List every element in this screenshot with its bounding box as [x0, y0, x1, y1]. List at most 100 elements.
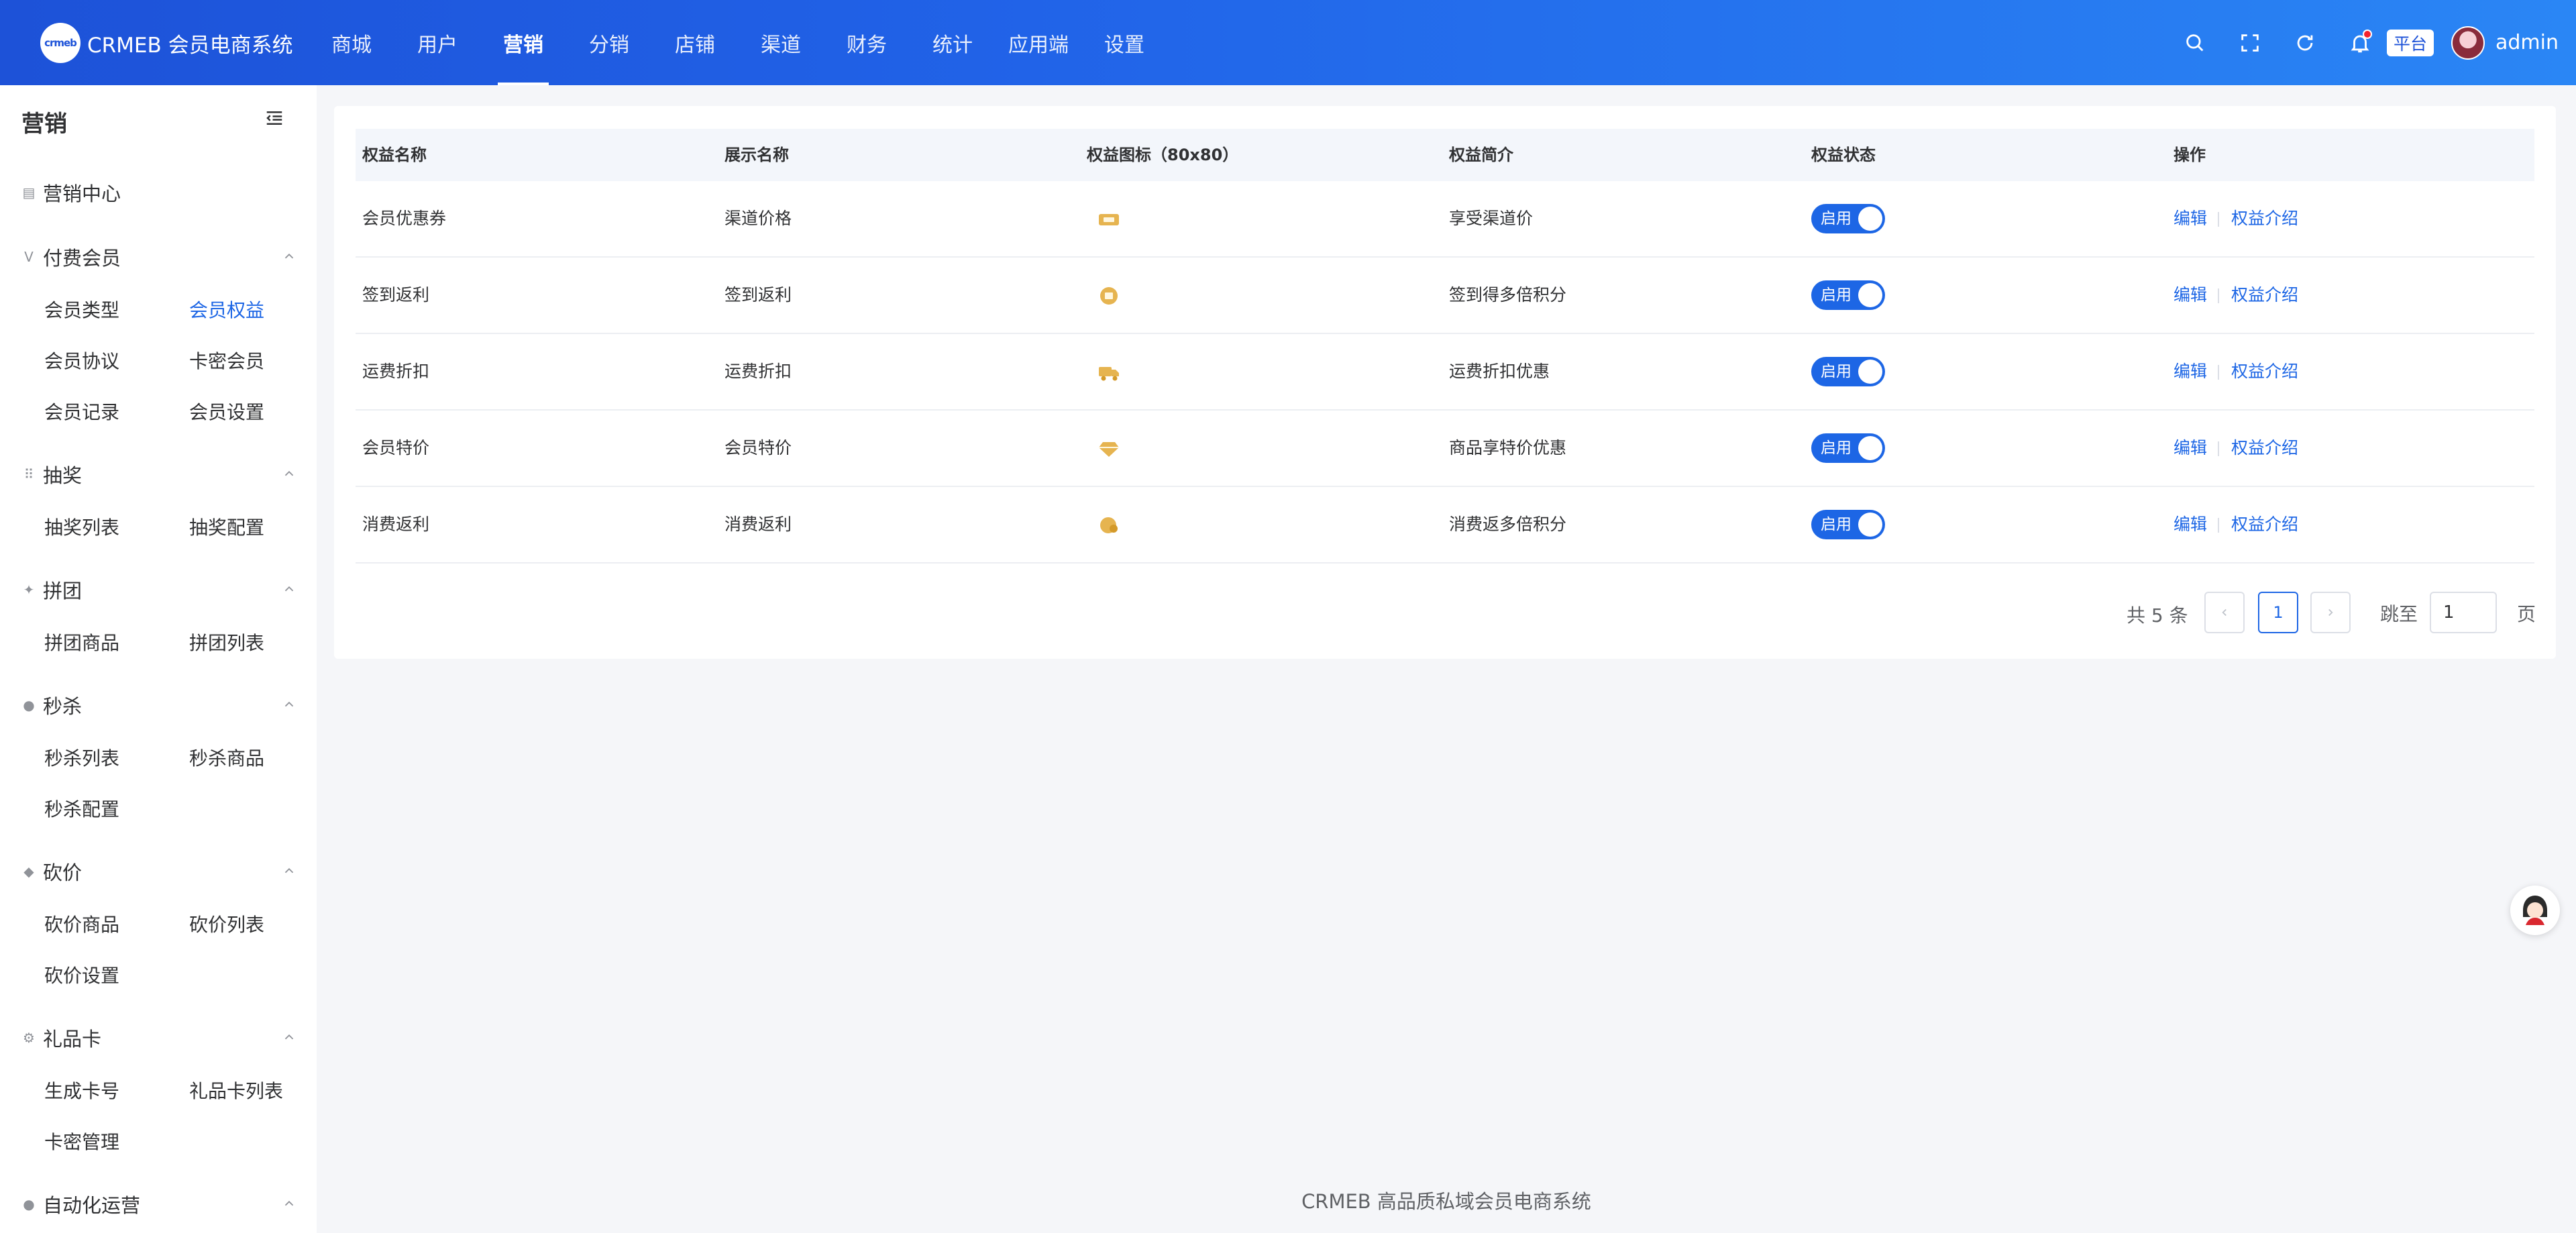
- sidebar-item-member-agreement[interactable]: 会员协议: [44, 347, 119, 374]
- sidebar-item-generate-card[interactable]: 生成卡号: [44, 1077, 119, 1104]
- prev-page-button[interactable]: [2204, 592, 2245, 633]
- switch-knob: [1858, 360, 1882, 384]
- sidebar-item-member-type[interactable]: 会员类型: [44, 296, 119, 323]
- sidebar-item-lottery-config[interactable]: 抽奖配置: [189, 513, 264, 540]
- switch-knob: [1858, 283, 1882, 307]
- divider: [2218, 212, 2219, 227]
- search-icon[interactable]: [2182, 30, 2208, 56]
- sidebar-item-bargain-products[interactable]: 砍价商品: [44, 910, 119, 937]
- menu-collapse-icon[interactable]: [264, 108, 284, 128]
- page-number-button[interactable]: 1: [2258, 592, 2298, 633]
- sidebar-group-seckill[interactable]: ● 秒杀: [21, 692, 297, 718]
- sidebar-item-seckill-config[interactable]: 秒杀配置: [44, 795, 119, 822]
- switch-knob: [1858, 436, 1882, 460]
- benefit-display-name: 渠道价格: [724, 209, 792, 228]
- sidebar-item-gift-card-list[interactable]: 礼品卡列表: [189, 1077, 283, 1104]
- coupon-icon: [1099, 214, 1119, 225]
- sidebar-group-lottery[interactable]: ⠿ 抽奖: [21, 461, 297, 488]
- sidebar-item-bargain-list[interactable]: 砍价列表: [189, 910, 264, 937]
- chevron-up-icon: [284, 1200, 294, 1206]
- fullscreen-icon[interactable]: [2237, 30, 2263, 56]
- avatar[interactable]: [2451, 25, 2485, 60]
- sidebar-title: 营销: [21, 111, 67, 138]
- gear-icon: ⚙: [23, 1030, 35, 1046]
- divider: [2218, 288, 2219, 303]
- benefit-intro-link[interactable]: 权益介绍: [2231, 181, 2298, 256]
- sidebar-item-member-records[interactable]: 会员记录: [44, 398, 119, 425]
- sidebar-item-member-settings[interactable]: 会员设置: [189, 398, 264, 425]
- top-nav: 商城 用户 营销 分销 店铺 渠道 财务 统计 应用端 设置: [309, 0, 1167, 85]
- benefit-intro-link[interactable]: 权益介绍: [2231, 258, 2298, 333]
- sidebar-item-seckill-list[interactable]: 秒杀列表: [44, 744, 119, 771]
- sidebar-group-paid-member[interactable]: V 付费会员: [21, 244, 297, 270]
- edit-link[interactable]: 编辑: [2174, 411, 2207, 486]
- clock-icon: ●: [23, 697, 35, 713]
- nav-store[interactable]: 店铺: [652, 0, 738, 85]
- benefit-name: 签到返利: [362, 285, 430, 305]
- next-page-button[interactable]: [2310, 592, 2351, 633]
- benefit-intro: 签到得多倍积分: [1449, 285, 1567, 305]
- sidebar-item-card-key-manage[interactable]: 卡密管理: [44, 1128, 119, 1155]
- edit-link[interactable]: 编辑: [2174, 487, 2207, 562]
- status-switch[interactable]: 启用: [1811, 280, 1885, 310]
- table-row: 运费折扣 运费折扣 运费折扣优惠 启用 编辑 权益介绍: [356, 334, 2534, 411]
- status-switch[interactable]: 启用: [1811, 204, 1885, 233]
- sidebar-group-automation[interactable]: ● 自动化运营: [21, 1191, 297, 1218]
- status-switch[interactable]: 启用: [1811, 357, 1885, 386]
- sidebar-item-group-products[interactable]: 拼团商品: [44, 629, 119, 655]
- chevron-right-icon: [2328, 608, 2333, 616]
- status-switch[interactable]: 启用: [1811, 510, 1885, 539]
- platform-tag[interactable]: 平台: [2386, 29, 2434, 56]
- chevron-up-icon: [284, 586, 294, 592]
- edit-link[interactable]: 编辑: [2174, 258, 2207, 333]
- benefit-intro-link[interactable]: 权益介绍: [2231, 411, 2298, 486]
- table-row: 会员特价 会员特价 商品享特价优惠 启用 编辑 权益介绍: [356, 411, 2534, 487]
- benefit-name: 会员特价: [362, 438, 430, 458]
- chevron-up-icon: [284, 1034, 294, 1040]
- vip-icon: V: [24, 249, 34, 265]
- sidebar-item-lottery-list[interactable]: 抽奖列表: [44, 513, 119, 540]
- pagination-total: 共 5 条: [2127, 604, 2188, 627]
- benefit-intro-link[interactable]: 权益介绍: [2231, 487, 2298, 562]
- sidebar-item-member-benefits[interactable]: 会员权益: [189, 296, 264, 323]
- sidebar-item-card-member[interactable]: 卡密会员: [189, 347, 264, 374]
- status-switch[interactable]: 启用: [1811, 433, 1885, 463]
- edit-link[interactable]: 编辑: [2174, 181, 2207, 256]
- refresh-icon[interactable]: [2292, 30, 2318, 56]
- sidebar-item-bargain-settings[interactable]: 砍价设置: [44, 961, 119, 988]
- brand-name: CRMEB 会员电商系统: [87, 33, 293, 58]
- column-header-icon: 权益图标（80x80）: [1087, 146, 1239, 164]
- benefit-intro-link[interactable]: 权益介绍: [2231, 334, 2298, 409]
- nav-channel[interactable]: 渠道: [738, 0, 824, 85]
- nav-user[interactable]: 用户: [394, 0, 480, 85]
- column-header-actions: 操作: [2174, 146, 2206, 164]
- nav-distribution[interactable]: 分销: [566, 0, 652, 85]
- nav-apps[interactable]: 应用端: [996, 0, 1081, 85]
- brand-logo[interactable]: crmeb CRMEB 会员电商系统: [40, 23, 293, 63]
- benefit-intro: 运费折扣优惠: [1449, 362, 1550, 381]
- sidebar-group-label: 抽奖: [43, 464, 83, 487]
- switch-label: 启用: [1821, 210, 1851, 227]
- sidebar-group-bargain[interactable]: ◆ 砍价: [21, 858, 297, 885]
- column-header-intro: 权益简介: [1449, 146, 1513, 164]
- top-header: crmeb CRMEB 会员电商系统 商城 用户 营销 分销 店铺 渠道 财务 …: [0, 0, 2576, 85]
- edit-link[interactable]: 编辑: [2174, 334, 2207, 409]
- sidebar-group-gift-card[interactable]: ⚙ 礼品卡: [21, 1024, 297, 1051]
- sidebar-item-group-list[interactable]: 拼团列表: [189, 629, 264, 655]
- switch-label: 启用: [1821, 516, 1851, 533]
- customer-service-button[interactable]: [2510, 886, 2560, 935]
- username[interactable]: admin: [2496, 31, 2559, 54]
- chevron-left-icon: [2222, 608, 2226, 616]
- nav-finance[interactable]: 财务: [824, 0, 910, 85]
- jump-page-input[interactable]: 1: [2430, 592, 2497, 633]
- sidebar-item-marketing-center[interactable]: ▤ 营销中心: [21, 179, 297, 206]
- nav-mall[interactable]: 商城: [309, 0, 394, 85]
- bell-icon[interactable]: [2347, 29, 2373, 56]
- nav-marketing[interactable]: 营销: [480, 0, 566, 85]
- sidebar-item-seckill-products[interactable]: 秒杀商品: [189, 744, 264, 771]
- nav-settings[interactable]: 设置: [1081, 0, 1167, 85]
- chevron-up-icon: [284, 470, 294, 476]
- nav-statistics[interactable]: 统计: [910, 0, 996, 85]
- benefit-display-name: 会员特价: [724, 438, 792, 458]
- sidebar-group-group-buy[interactable]: ✦ 拼团: [21, 576, 297, 603]
